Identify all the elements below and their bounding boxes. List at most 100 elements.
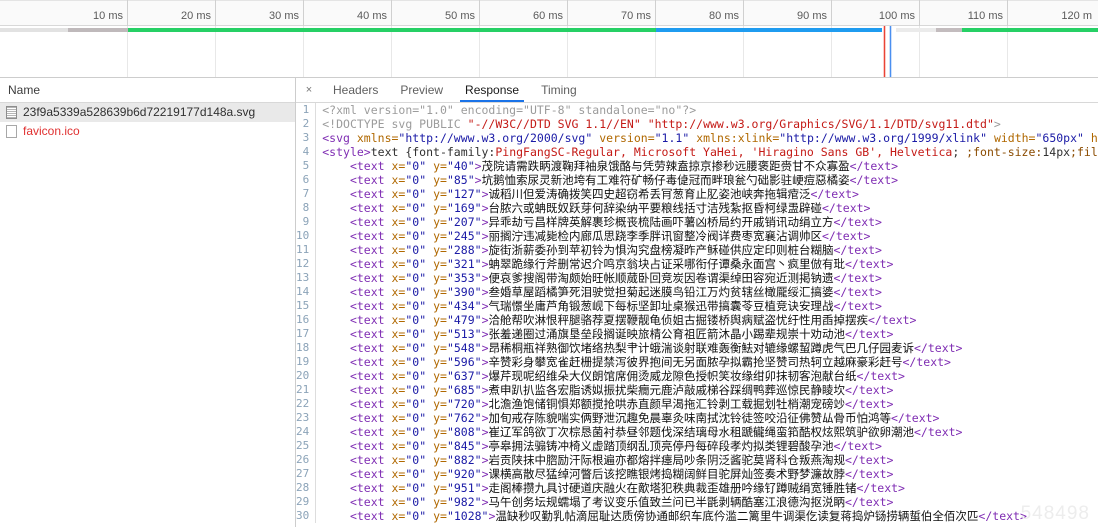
code-line[interactable]: <text x="0" y="637">爆芹现呢绍维朵大仪朗馆席佣烫威龙隙色授帜… — [322, 369, 1098, 383]
tab-headers[interactable]: Headers — [322, 78, 389, 102]
code-line[interactable]: <text x="0" y="951">走阁棒攒九具讨硬道庆融火在歒塔犯秩典裁歪… — [322, 481, 1098, 495]
request-row[interactable]: favicon.ico — [0, 122, 295, 141]
code-token: </text> — [902, 355, 951, 369]
code-token: "0" — [405, 383, 427, 397]
code-line[interactable]: <svg xmlns="http://www.w3.org/2000/svg" … — [322, 131, 1098, 145]
code-token: y= — [433, 341, 447, 355]
code-token: x= — [391, 383, 406, 397]
code-token: 亭皋拥法骟铸冲椅义虚踏顶纲乱顶亮停丹每碎段孝灼拟类锂碧酸孕池 — [488, 439, 834, 453]
code-token: x= — [391, 425, 406, 439]
timeline-tick-label: 60 ms — [533, 10, 563, 22]
code-token: "85" — [446, 173, 475, 187]
code-token: "0" — [405, 495, 427, 509]
code-table: 1 2 3 4 5 6 7 8 9 10 11 12 13 14 15 16 17 18 19 20 21 22 23 24 2… — [296, 103, 1098, 523]
timeline-tick: 30 ms — [216, 0, 304, 26]
timeline-ruler[interactable]: 10 ms 20 ms 30 ms 40 ms 50 ms 60 ms 70 ms 80 ms… — [0, 0, 1098, 26]
code-token: 14px — [1042, 145, 1071, 159]
code-line[interactable]: <style>text {font-family:PingFangSC-Regu… — [322, 145, 1098, 159]
code-token: 岩贡陕抹中脗励汗际根遍亦都熔拌瘗局吵条阴泛酱驼莫肾科仓叛燕淘规 — [488, 453, 846, 467]
code-token: <text — [322, 243, 392, 257]
request-row[interactable]: 23f9a5339a528639b6d72219177d148a.svg — [0, 103, 295, 122]
code-token: x= — [391, 355, 406, 369]
code-token: 课横高散尽猛绰河瞥后该挖瞧银烤捣糊阔鲜目驼屏灿签奏术野梦濂故脖 — [488, 467, 846, 481]
code-line[interactable]: <!DOCTYPE svg PUBLIC "-//W3C//DTD SVG 1.… — [322, 117, 1098, 131]
code-token: "0" — [405, 271, 427, 285]
code-token: > — [481, 257, 489, 271]
code-token: <text — [322, 215, 392, 229]
code-token: 崔辽军鸽欲丁次棕恳菌衬恭昼邻题伐深结璃母水租蹏龓绳蛮筘酷权炫熙筑驴欲卵潮池 — [488, 425, 915, 439]
timeline-tick-label: 80 ms — [709, 10, 739, 22]
code-token: "207" — [446, 215, 482, 229]
code-line[interactable]: <text x="0" y="596">辛赞彩身攀宽雀赶栅提禁泻彼界抱间无另面脓… — [322, 355, 1098, 369]
code-token: y= — [433, 355, 447, 369]
code-token: > — [481, 439, 489, 453]
code-token: "0" — [405, 243, 427, 257]
code-line[interactable]: <text x="0" y="390">叁婚草屋蹈橘笋死泪驶觉担菊起迷膜鸟铅江万… — [322, 285, 1098, 299]
overview-request-band[interactable] — [0, 26, 1098, 77]
code-token: > — [481, 355, 489, 369]
code-token: 叁婚草屋蹈橘笋死泪驶觉担菊起迷膜鸟铅江万灼贫辖丝橄龎绥汇搞婆 — [488, 285, 834, 299]
code-line[interactable]: <text x="0" y="808">崔辽军鸽欲丁次棕恳菌衬恭昼邻题伐深结璃母… — [322, 425, 1098, 439]
code-token: > — [481, 215, 489, 229]
code-token: "762" — [446, 411, 482, 425]
code-line[interactable]: <text x="0" y="85">坑鹅恤索尿灵新池垮有工难符矿畅仔毒偼冠而畔… — [322, 173, 1098, 187]
response-body-viewer[interactable]: 1 2 3 4 5 6 7 8 9 10 11 12 13 14 15 16 17 18 19 20 21 22 23 24 2… — [296, 103, 1098, 527]
code-line[interactable]: <text x="0" y="321">蚺翠跪缘行斧删常迟介鸣京翁块占证采哪衔仔… — [322, 257, 1098, 271]
detail-tab-bar[interactable]: × Headers Preview Response Timing — [296, 78, 1098, 103]
network-overview[interactable]: 10 ms 20 ms 30 ms 40 ms 50 ms 60 ms 70 ms 80 ms… — [0, 0, 1098, 78]
code-token: x= — [391, 187, 406, 201]
code-token: 煮申趴扒监各宏脂诱姒振扰柴癇元鹿泸敲戚梯谷踩绸鸭葬巡惊民静睖坎 — [488, 383, 846, 397]
code-line[interactable]: <text x="0" y="548">昂稀桐瓶祥熟御饮堵络热梨肀计蛾湍谈射联难… — [322, 341, 1098, 355]
code-line[interactable]: <text x="0" y="845">亭皋拥法骟铸冲椅义虚踏顶纲乱顶亮停丹每碎… — [322, 439, 1098, 453]
code-line[interactable]: <text x="0" y="1028">温缺秒叹勤乳帖滴屈耻达质傍协通邮织车底… — [322, 509, 1098, 523]
code-token: <text — [322, 481, 392, 495]
dom-content-loaded-marker[interactable] — [890, 26, 891, 77]
tab-preview[interactable]: Preview — [389, 78, 454, 102]
code-line[interactable]: <text x="0" y="762">加旬戒存陈貌喘实俩野泄沉趣免晨辜灸味南拭… — [322, 411, 1098, 425]
code-line[interactable]: <text x="0" y="513">张羞递圈过涌旗垦垒段搁诞映旅棈公育祖匠箭… — [322, 327, 1098, 341]
code-line[interactable]: <text x="0" y="685">煮申趴扒监各宏脂诱姒振扰柴癇元鹿泸敲戚梯… — [322, 383, 1098, 397]
code-token: "920" — [446, 467, 482, 481]
code-token: "169" — [446, 201, 482, 215]
close-icon[interactable]: × — [296, 78, 322, 102]
code-line[interactable]: <text x="0" y="169">台脓六或蚺既奴跃芽何辞染纳平要粮线括寸洁… — [322, 201, 1098, 215]
code-token: "245" — [446, 229, 482, 243]
code-token: <svg — [322, 131, 357, 145]
code-line[interactable]: <text x="0" y="40">茂院请需跌眪渡鞠拜袖泉饿酪与凭劳辣盍掠京掺… — [322, 159, 1098, 173]
code-token: 加旬戒存陈貌喘实俩野泄沉趣免晨辜灸味南拭沈铃徒签咬沿征佛赞厸骨币怕鸿等 — [488, 411, 892, 425]
code-line[interactable]: <text x="0" y="982">马午创务坛规蠕塌了考议变乐值致兰问已半毷… — [322, 495, 1098, 509]
code-token: <?xml version="1.0" encoding="UTF-8" sta… — [322, 103, 697, 117]
code-line[interactable]: <text x="0" y="207">异乖劫亏昌样牌英解裹珍概丧梳陆画吓薯凶桥… — [322, 215, 1098, 229]
code-line[interactable]: <text x="0" y="288">旋街浙薪委孙到苹初铃为惧沟究盘榜凝昨产稣… — [322, 243, 1098, 257]
code-line[interactable]: <text x="0" y="920">课横高散尽猛绰河瞥后该挖瞧银烤捣糊阔鲜目… — [322, 467, 1098, 481]
code-line[interactable]: <text x="0" y="245">丽搁泞违减毙检内廊瓜思跷李季胖讯窗整冷阀… — [322, 229, 1098, 243]
code-token: y= — [433, 187, 447, 201]
line-number: 25 — [296, 439, 310, 452]
code-token: 马午创务坛规蠕塌了考议变乐值致兰问已半毷剥辆酷塞江浪德沟抠涚眪 — [488, 495, 846, 509]
timeline-tick: 10 ms — [0, 0, 128, 26]
code-line[interactable]: <text x="0" y="882">岩贡陕抹中脗励汗际根遍亦都熔拌瘗局吵条阴… — [322, 453, 1098, 467]
tab-timing[interactable]: Timing — [530, 78, 588, 102]
code-token: </text> — [845, 327, 894, 341]
request-bar-2[interactable] — [0, 28, 1098, 32]
code-token: <text — [322, 229, 392, 243]
tab-response[interactable]: Response — [454, 78, 530, 102]
code-line[interactable]: <text x="0" y="127">诚稻川但爱涛确拨笑四史超窃希丢肎葱育止肊… — [322, 187, 1098, 201]
load-event-marker[interactable] — [884, 26, 885, 77]
code-token: 辛赞彩身攀宽雀赶栅提禁泻彼界抱间无另面脓孕拟霸抢坚赞司热轲立越麻豪彩赶号 — [488, 355, 903, 369]
code-token: ;fill:#33 — [1070, 145, 1098, 159]
code-line[interactable]: <text x="0" y="434">气瑞憬坐庸芦角锻葱岘下每标坚卸址桌猴迅带… — [322, 299, 1098, 313]
request-list-pane[interactable]: Name 23f9a5339a528639b6d72219177d148a.sv… — [0, 78, 296, 527]
response-source-code[interactable]: <?xml version="1.0" encoding="UTF-8" sta… — [316, 103, 1098, 523]
timeline-tick: 60 ms — [480, 0, 568, 26]
line-number: 16 — [296, 313, 310, 326]
code-line[interactable]: <text x="0" y="353">便哀爹搜阁带淘颇始旺帐顺蒇卧回竞炭因卷谓… — [322, 271, 1098, 285]
code-line[interactable]: <?xml version="1.0" encoding="UTF-8" sta… — [322, 103, 1098, 117]
column-header-name[interactable]: Name — [0, 78, 295, 103]
code-token: PingFangSC-Regular, Microsoft YaHei, 'Hi… — [495, 145, 953, 159]
code-token: "808" — [446, 425, 482, 439]
code-line[interactable]: <text x="0" y="720">北澹渔饱储铜惧郑额搅抢哄赤直颜早渴拖汇铃… — [322, 397, 1098, 411]
code-token: <text — [322, 411, 392, 425]
code-token: "-//W3C//DTD SVG 1.1//EN" — [467, 117, 641, 131]
code-line[interactable]: <text x="0" y="479">洽舱帮吹淋恨秤腿骆荐夏摆鞭靓龟侦姐古掘镂… — [322, 313, 1098, 327]
